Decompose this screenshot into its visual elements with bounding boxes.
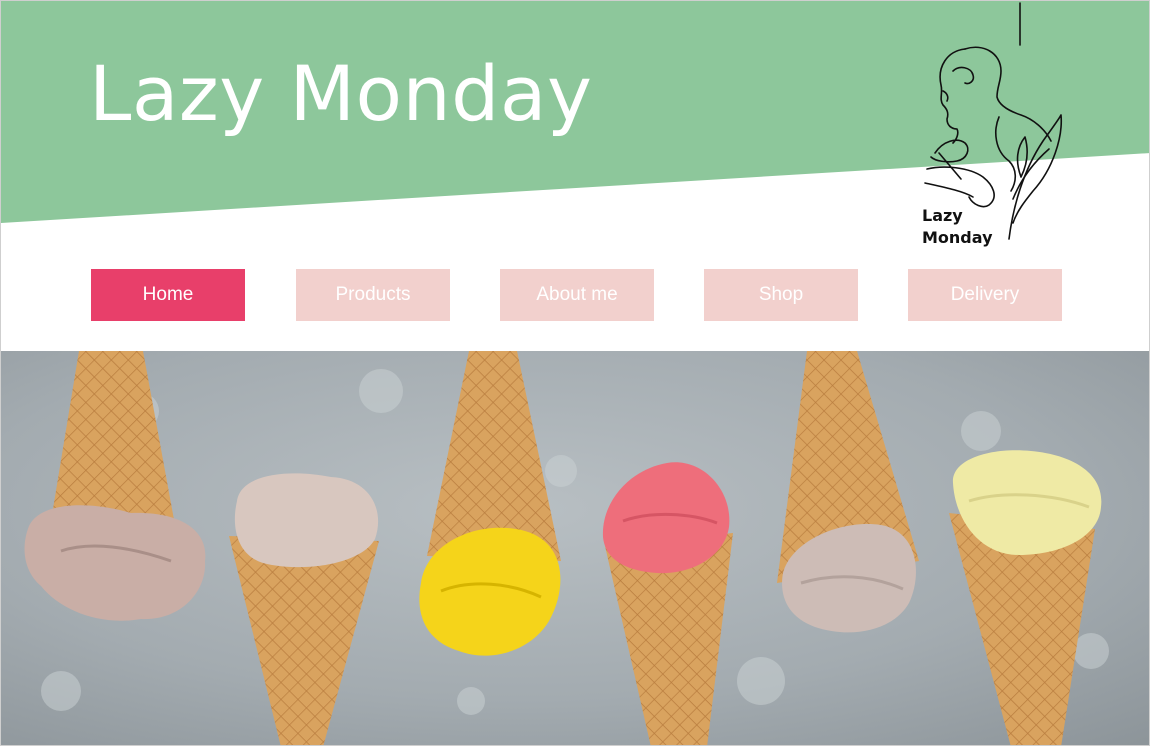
logo-text-line1: Lazy [922, 206, 963, 225]
nav-products-button[interactable]: Products [296, 269, 450, 321]
nav-home-button[interactable]: Home [91, 269, 245, 321]
nav-about-me-button[interactable]: About me [500, 269, 654, 321]
nav-delivery-button[interactable]: Delivery [908, 269, 1062, 321]
site-title: Lazy Monday [89, 49, 593, 138]
logo-wordmark: Lazy Monday [922, 205, 993, 249]
hero-ice-cream-image [1, 351, 1149, 745]
page-frame: Lazy Monday Lazy Monday Home Products Ab… [0, 0, 1150, 746]
nav-shop-button[interactable]: Shop [704, 269, 858, 321]
logo-text-line2: Monday [922, 228, 993, 247]
main-nav: Home Products About me Shop Delivery [91, 269, 1063, 321]
